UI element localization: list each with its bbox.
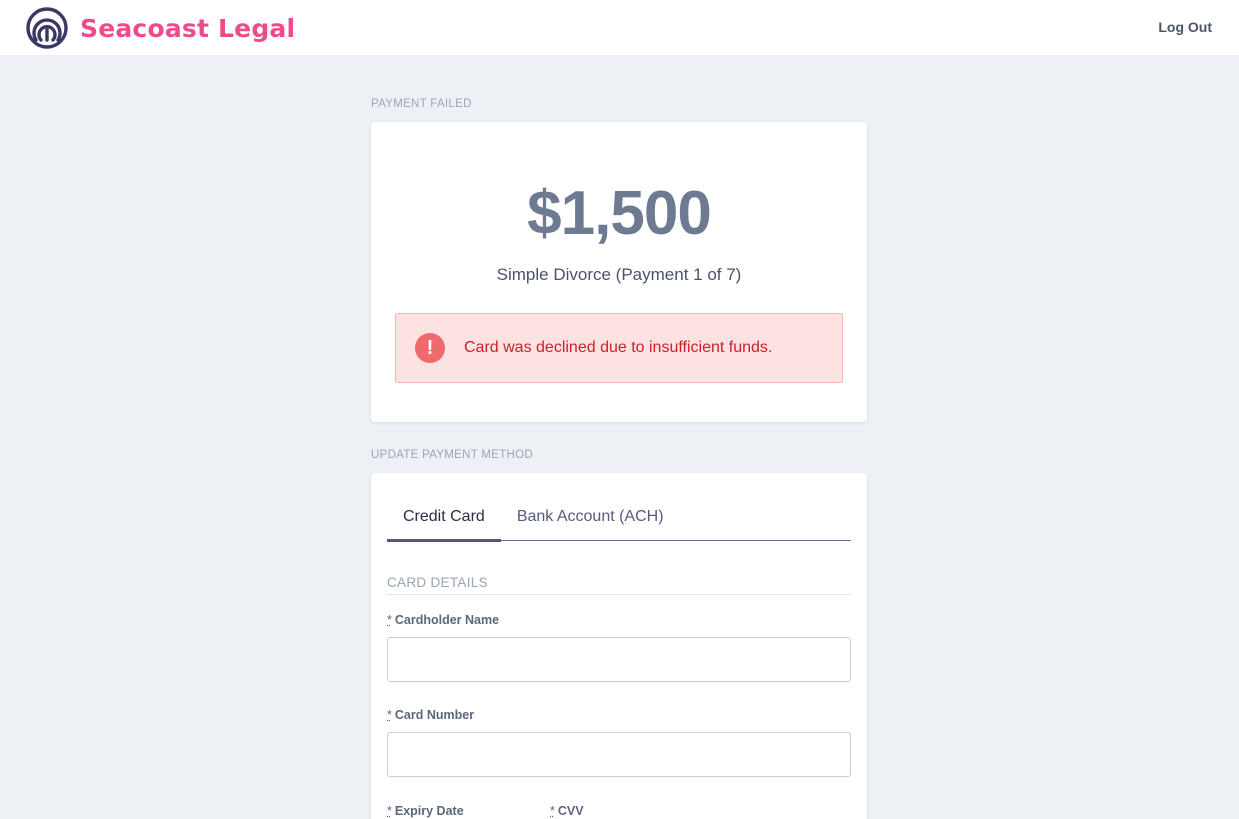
brand-home-link[interactable]: Seacoast Legal: [26, 7, 295, 49]
logout-link[interactable]: Log Out: [1158, 19, 1212, 35]
expiry-date-label-text: Expiry Date: [394, 804, 464, 818]
expiry-date-label: * Expiry Date: [387, 804, 464, 818]
required-marker: *: [387, 613, 392, 627]
seacoast-logo-icon: [26, 7, 68, 49]
tab-bank-account-ach[interactable]: Bank Account (ACH): [501, 500, 680, 540]
payment-amount: $1,500: [527, 179, 712, 248]
payment-summary-card: $1,500 Simple Divorce (Payment 1 of 7) !…: [371, 122, 867, 422]
cardholder-name-field[interactable]: [387, 637, 851, 682]
payment-method-card: Credit Card Bank Account (ACH) CARD DETA…: [371, 473, 867, 819]
required-marker: *: [550, 804, 555, 818]
exclamation-circle-icon: !: [415, 333, 445, 363]
cardholder-name-label-text: Cardholder Name: [394, 613, 500, 627]
card-number-label-text: Card Number: [394, 708, 475, 722]
cvv-label: * CVV: [550, 804, 584, 818]
tab-credit-card[interactable]: Credit Card: [387, 500, 501, 542]
brand-name: Seacoast Legal: [80, 13, 296, 43]
payment-error-message: Card was declined due to insufficient fu…: [464, 339, 773, 356]
required-marker: *: [387, 804, 392, 818]
payment-failed-label: PAYMENT FAILED: [371, 98, 472, 110]
card-number-label: * Card Number: [387, 708, 474, 722]
card-details-heading: CARD DETAILS: [387, 575, 851, 595]
payment-method-tabs: Credit Card Bank Account (ACH): [387, 500, 851, 542]
required-marker: *: [387, 708, 392, 722]
cardholder-name-label: * Cardholder Name: [387, 613, 499, 627]
card-number-field[interactable]: [387, 732, 851, 777]
top-navigation-bar: Seacoast Legal Log Out: [0, 0, 1239, 55]
cvv-label-text: CVV: [557, 804, 584, 818]
update-payment-method-label: UPDATE PAYMENT METHOD: [371, 449, 533, 461]
payment-description: Simple Divorce (Payment 1 of 7): [496, 265, 742, 284]
payment-error-alert: ! Card was declined due to insufficient …: [395, 313, 843, 383]
